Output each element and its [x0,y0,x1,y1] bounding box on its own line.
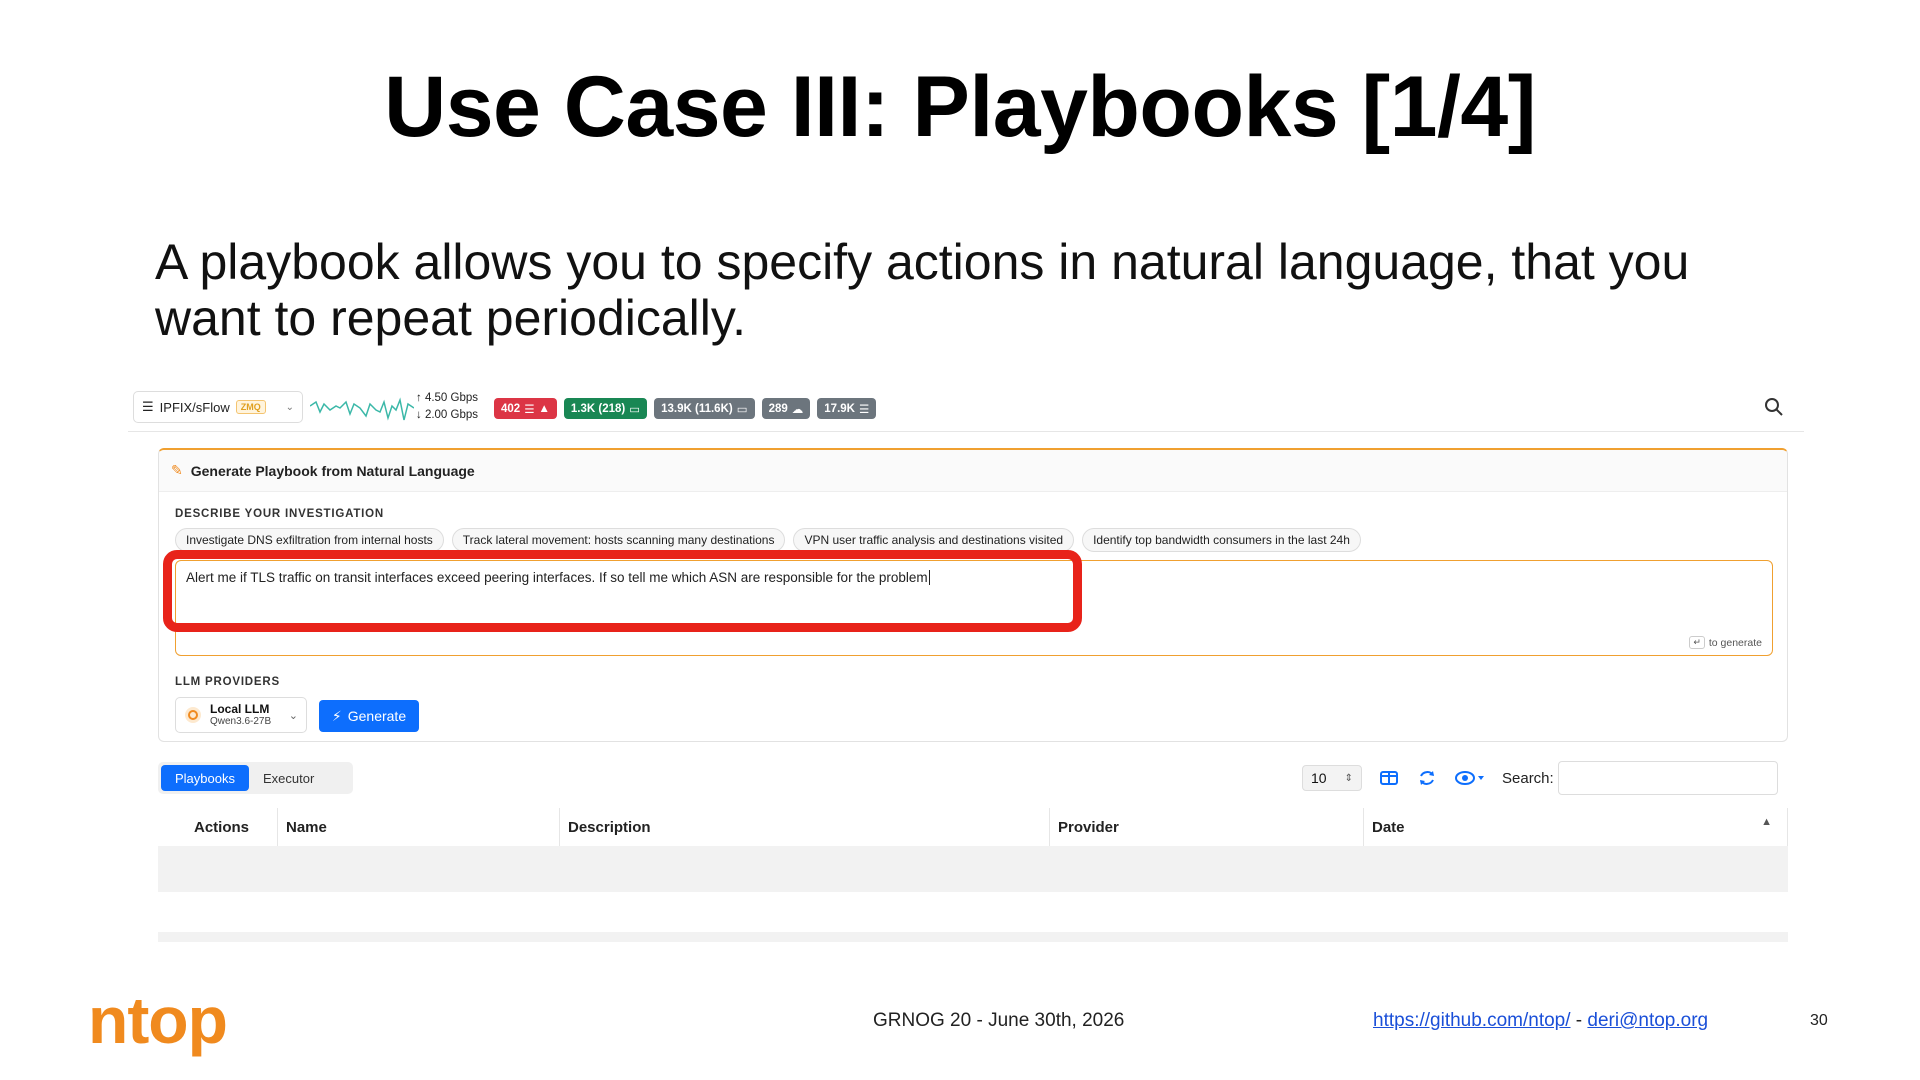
tab-playbooks[interactable]: Playbooks [161,765,249,791]
status-pills: 402 ☰ ▲ 1.3K (218) ▭ 13.9K (11.6K) ▭ 289… [494,398,877,419]
page-size-select[interactable]: 10 ⇕ [1302,765,1362,791]
table-footer [158,932,1788,942]
column-description[interactable]: Description [560,808,1050,846]
interface-badge: ZMQ [235,400,266,414]
updown-icon: ⇕ [1344,772,1353,784]
page-number: 30 [1810,1012,1828,1029]
ntopng-app: ☰ IPFIX/sFlow ZMQ ⌄ ↑ 4.50 Gbps ↓ 2.00 G… [128,386,1804,946]
suggestion-chip[interactable]: VPN user traffic analysis and destinatio… [793,528,1075,552]
generate-button[interactable]: ⚡ Generate [319,700,419,732]
search-label: Search: [1502,769,1554,787]
interface-selector[interactable]: ☰ IPFIX/sFlow ZMQ ⌄ [133,391,303,423]
pencil-icon: ✎ [171,462,183,478]
generate-hint: ↵ to generate [1689,636,1762,649]
list-icon: ☰ [524,403,535,416]
traffic-rates: ↑ 4.50 Gbps ↓ 2.00 Gbps [416,390,478,424]
interface-label: IPFIX/sFlow [159,399,230,415]
sort-up-icon[interactable]: ▲ [1761,816,1772,828]
llm-provider-selector[interactable]: Local LLM Qwen3.6-27B ⌄ [175,697,307,733]
devices-pill[interactable]: 289 ☁ [761,398,811,419]
search-input[interactable] [1557,761,1778,795]
card-title: Generate Playbook from Natural Language [190,462,475,479]
tab-executor[interactable]: Executor [249,765,328,791]
local-hosts-pill[interactable]: 1.3K (218) ▭ [563,398,648,419]
column-date[interactable]: Date [1364,808,1788,846]
laptop-icon: ▭ [629,403,641,416]
column-provider[interactable]: Provider [1050,808,1364,846]
prompt-text: Alert me if TLS traffic on transit inter… [186,570,928,585]
card-header: ✎ Generate Playbook from Natural Languag… [159,450,1787,492]
warning-icon: ▲ [538,402,550,415]
footer-event: GRNOG 20 - June 30th, 2026 [873,1010,1125,1031]
search-icon[interactable] [1764,397,1784,417]
laptop-icon: ▭ [736,403,748,416]
describe-label: DESCRIBE YOUR INVESTIGATION [175,508,385,520]
column-name[interactable]: Name [278,808,560,846]
traffic-sparkline [310,397,414,421]
suggestion-chip[interactable]: Identify top bandwidth consumers in the … [1082,528,1361,552]
email-link[interactable]: deri@ntop.org [1587,1010,1708,1031]
list-icon: ☰ [858,403,870,416]
lightning-icon: ⚡ [331,707,342,724]
flows-pill[interactable]: 17.9K ☰ [817,398,877,419]
provider-model: Qwen3.6-27B [210,715,272,727]
alerts-pill[interactable]: 402 ☰ ▲ [494,398,557,419]
github-link[interactable]: https://github.com/ntop/ [1373,1010,1571,1031]
table-header-row: Actions Name Description Provider Date ▲ [158,808,1788,846]
provider-name: Local LLM [210,701,270,716]
prompt-textarea[interactable]: Alert me if TLS traffic on transit inter… [175,560,1773,656]
providers-label: LLM PROVIDERS [175,676,280,688]
slide-body: A playbook allows you to specify actions… [155,234,1690,346]
remote-hosts-pill[interactable]: 13.9K (11.6K) ▭ [654,398,755,419]
table-body-empty [158,846,1788,892]
columns-icon[interactable] [1378,767,1400,789]
playbook-generator-card: ✎ Generate Playbook from Natural Languag… [158,448,1788,742]
rate-up: ↑ 4.50 Gbps [416,392,479,404]
suggestion-chip[interactable]: Track lateral movement: hosts scanning m… [451,528,786,552]
rate-down: ↓ 2.00 Gbps [416,409,479,421]
cloud-icon: ☁ [791,403,804,416]
chevron-down-icon: ⌄ [288,709,298,722]
suggestion-chip[interactable]: Investigate DNS exfiltration from intern… [175,528,444,552]
chevron-down-icon: ⌄ [285,401,294,413]
refresh-icon[interactable] [1416,767,1438,789]
slide-title: Use Case III: Playbooks [1/4] [384,59,1536,155]
enter-key-icon: ↵ [1689,636,1705,649]
topbar: ☰ IPFIX/sFlow ZMQ ⌄ ↑ 4.50 Gbps ↓ 2.00 G… [128,386,1804,432]
table-tabs: Playbooks Executor [158,762,353,794]
suggestion-chips: Investigate DNS exfiltration from intern… [175,528,1361,552]
table-toolbar: 10 ⇕ Search: [1302,761,1778,795]
llm-chip-icon [185,707,201,723]
column-actions[interactable]: Actions [158,808,278,846]
footer-links: https://github.com/ntop/ - deri@ntop.org [1373,1010,1709,1031]
menu-icon: ☰ [142,399,154,414]
ntop-logo: ntop [88,983,228,1057]
eye-icon[interactable] [1454,767,1486,789]
